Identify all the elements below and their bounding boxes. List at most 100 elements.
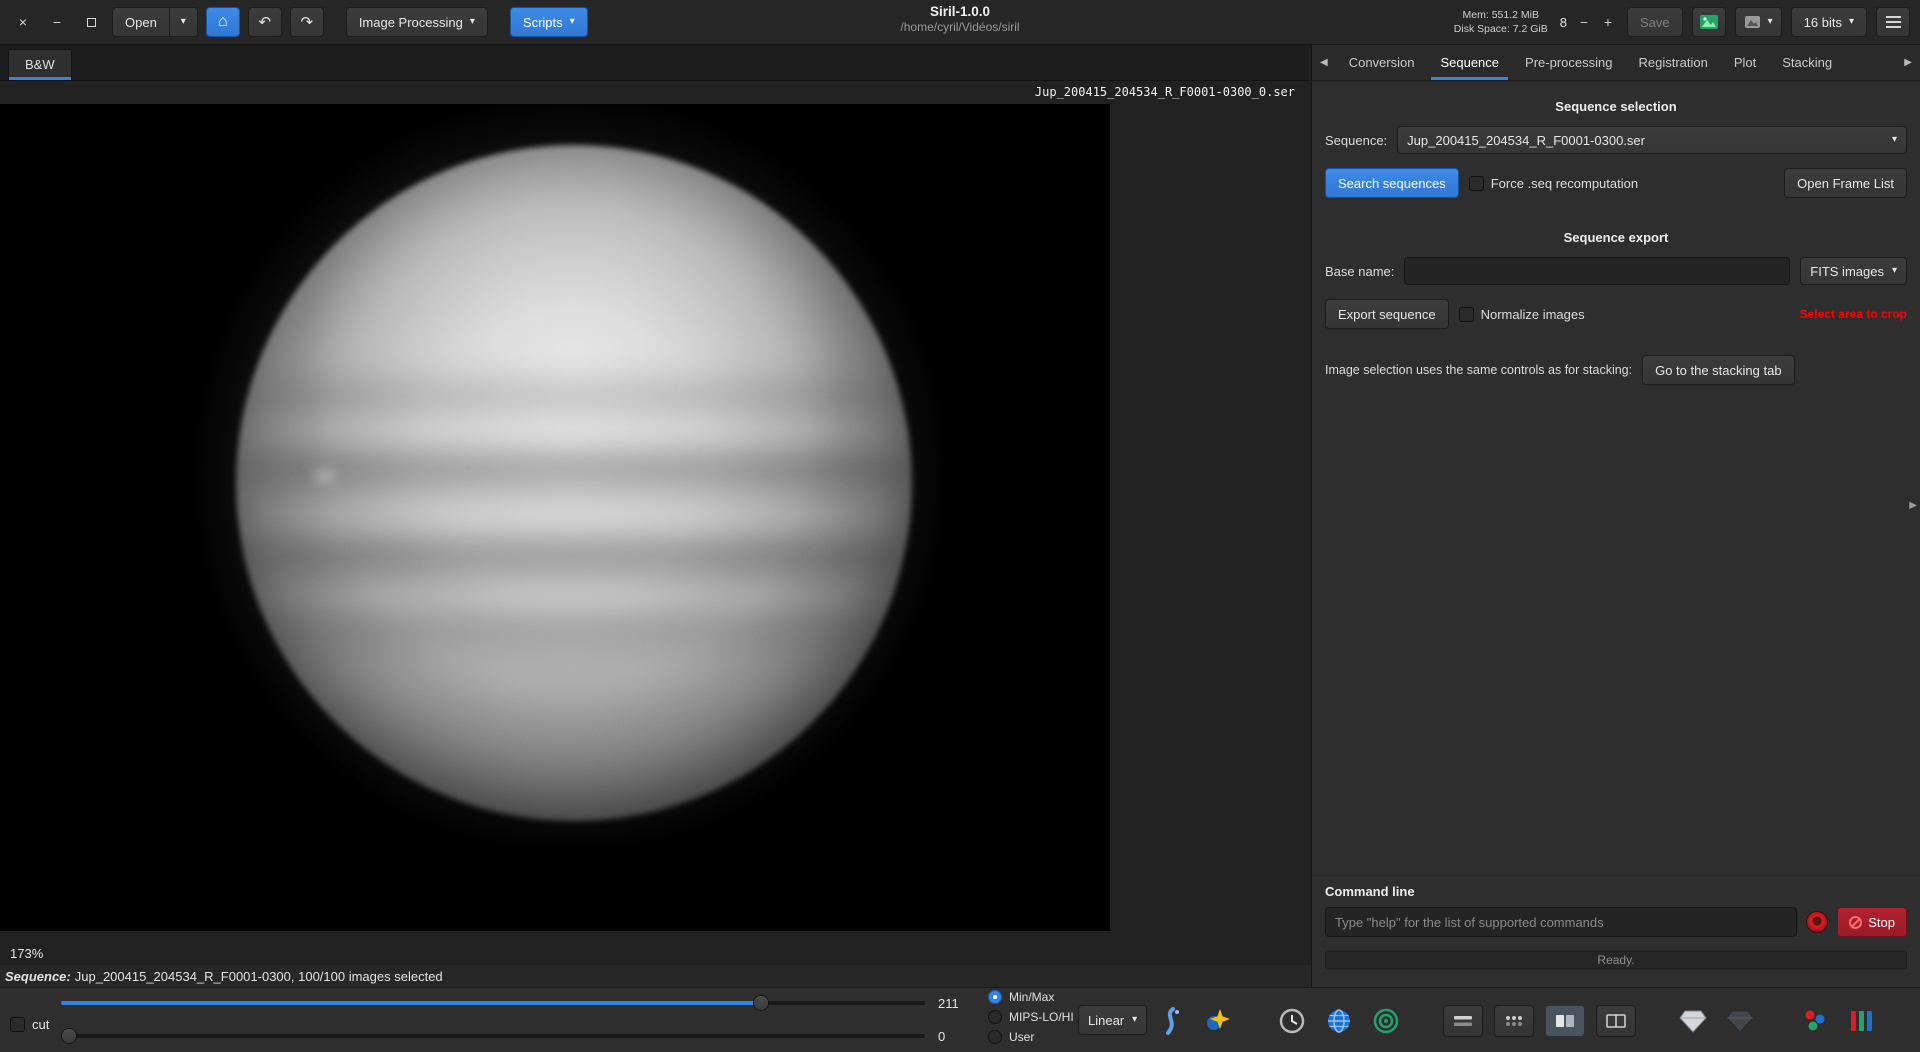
command-line-section: Command line Stop (1312, 875, 1920, 941)
image-display[interactable] (0, 104, 1110, 931)
view-toggle-3[interactable] (1545, 1005, 1585, 1037)
image-count-spin: 8 − + (1557, 12, 1618, 32)
cut-label: cut (32, 1017, 49, 1032)
redo-button[interactable]: ↷ (290, 7, 324, 37)
open-button[interactable]: Open (112, 7, 170, 37)
open-frame-list-button[interactable]: Open Frame List (1784, 168, 1907, 198)
tab-stacking[interactable]: Stacking (1769, 45, 1845, 80)
panel-tab-bar: ◀ Conversion Sequence Pre-processing Reg… (1312, 45, 1920, 81)
force-seq-recompute-label: Force .seq recomputation (1491, 176, 1638, 191)
command-input[interactable] (1325, 907, 1797, 937)
radio-minmax-control[interactable] (988, 990, 1002, 1004)
scripts-button[interactable]: Scripts ▾ (510, 7, 588, 37)
normalize-images-checkbox[interactable] (1459, 307, 1474, 322)
menu-button[interactable] (1876, 7, 1910, 37)
siril-window: × − Open ▾ ⌂ ↶ ↷ Image Processing ▾ Scri… (0, 0, 1920, 1052)
maximize-button[interactable] (78, 9, 104, 35)
tab-registration[interactable]: Registration (1625, 45, 1720, 80)
export-sequence-button[interactable]: Export sequence (1325, 299, 1449, 329)
stop-button[interactable]: Stop (1837, 907, 1907, 937)
photometry-star-icon[interactable] (1199, 1003, 1235, 1039)
close-button[interactable]: × (10, 9, 36, 35)
scale-mode-dropdown[interactable]: Linear ▾ (1078, 1005, 1147, 1035)
command-indicator-icon[interactable] (1806, 911, 1828, 933)
maximize-icon (87, 18, 96, 27)
stop-icon (1849, 916, 1862, 929)
green-image-icon (1699, 14, 1719, 30)
tab-sequence[interactable]: Sequence (1427, 45, 1512, 80)
high-threshold-slider[interactable] (61, 995, 925, 1011)
snapshot-button[interactable] (1692, 7, 1726, 37)
gem-light-icon[interactable] (1675, 1003, 1711, 1039)
tab-pre-processing[interactable]: Pre-processing (1512, 45, 1625, 80)
display-selector-button[interactable]: ▾ (1735, 7, 1782, 37)
image-processing-button[interactable]: Image Processing ▾ (346, 7, 488, 37)
normalize-images-label: Normalize images (1481, 307, 1585, 322)
display-controls-bar: cut 211 0 Min/Max MIPS-LO/HI User (0, 987, 1920, 1052)
minimize-button[interactable]: − (44, 9, 70, 35)
target-icon[interactable] (1368, 1003, 1404, 1039)
bit-depth-dropdown[interactable]: 16 bits ▾ (1791, 7, 1867, 37)
hamburger-icon (1886, 16, 1901, 28)
panel-collapse-handle[interactable]: ▶ (1909, 500, 1917, 511)
force-seq-recompute-checkbox[interactable] (1469, 176, 1484, 191)
cut-checkbox[interactable] (10, 1017, 25, 1032)
sequence-status-value: Jup_200415_204534_R_F0001-0300, 100/100 … (75, 969, 443, 984)
header-bar: × − Open ▾ ⌂ ↶ ↷ Image Processing ▾ Scri… (0, 0, 1920, 45)
increase-button[interactable]: + (1598, 12, 1618, 32)
export-format-value: FITS images (1810, 264, 1884, 279)
tabs-scroll-right-icon[interactable]: ▶ (1896, 45, 1920, 80)
radio-mips[interactable]: MIPS-LO/HI (988, 1010, 1074, 1024)
undo-button[interactable]: ↶ (248, 7, 282, 37)
low-threshold-slider[interactable] (61, 1028, 925, 1044)
open-recent-button[interactable]: ▾ (170, 7, 198, 37)
sequence-status-bar: Sequence: Jup_200415_204534_R_F0001-0300… (0, 965, 1311, 987)
tab-plot[interactable]: Plot (1721, 45, 1769, 80)
gem-dark-icon[interactable] (1722, 1003, 1758, 1039)
save-button[interactable]: Save (1627, 7, 1683, 37)
rgb-compose-icon[interactable] (1797, 1003, 1833, 1039)
radio-minmax[interactable]: Min/Max (988, 990, 1074, 1004)
radio-mips-control[interactable] (988, 1010, 1002, 1024)
stacking-note: Image selection uses the same controls a… (1325, 363, 1632, 377)
picture-icon (1744, 15, 1761, 29)
sequence-dropdown[interactable]: Jup_200415_204534_R_F0001-0300.ser ▾ (1397, 126, 1907, 154)
bottom-toolbar: A (1152, 988, 1920, 1052)
tab-conversion[interactable]: Conversion (1336, 45, 1428, 80)
decrease-button[interactable]: − (1574, 12, 1594, 32)
clock-icon[interactable] (1274, 1003, 1310, 1039)
home-button[interactable]: ⌂ (206, 7, 240, 37)
radio-user[interactable]: User (988, 1030, 1074, 1044)
low-slider-knob[interactable] (61, 1028, 77, 1044)
force-seq-recompute[interactable]: Force .seq recomputation (1469, 176, 1638, 191)
view-toggle-1[interactable] (1443, 1005, 1483, 1037)
tab-bw[interactable]: B&W (8, 49, 72, 80)
tabs-scroll-left-icon[interactable]: ◀ (1312, 45, 1336, 80)
view-toggle-2[interactable] (1494, 1005, 1534, 1037)
view-toggle-4[interactable] (1596, 1005, 1636, 1037)
radio-user-control[interactable] (988, 1030, 1002, 1044)
high-slider-knob[interactable] (753, 995, 769, 1011)
normalize-images[interactable]: Normalize images (1459, 307, 1585, 322)
rgb-align-icon[interactable] (1844, 1003, 1880, 1039)
chevron-down-icon: ▾ (1768, 17, 1773, 27)
chevron-down-icon: ▾ (570, 17, 575, 27)
wand-icon[interactable] (1152, 1003, 1188, 1039)
base-name-input[interactable] (1404, 257, 1790, 285)
cut-option[interactable]: cut (10, 1017, 49, 1032)
status-text: Ready. (1597, 953, 1634, 967)
disk-label: Disk Space: 7.2 GiB (1454, 22, 1548, 36)
sequence-selection-heading: Sequence selection (1325, 99, 1907, 114)
go-to-stacking-button[interactable]: Go to the stacking tab (1642, 355, 1794, 385)
undo-icon: ↶ (259, 13, 272, 31)
high-threshold-value: 211 (938, 996, 959, 1011)
image-canvas[interactable]: Jup_200415_204534_R_F0001-0300_0.ser (0, 81, 1311, 965)
sequence-export-heading: Sequence export (1325, 230, 1907, 245)
export-format-dropdown[interactable]: FITS images ▾ (1800, 257, 1907, 285)
command-line-heading: Command line (1325, 884, 1907, 899)
search-sequences-button[interactable]: Search sequences (1325, 168, 1459, 198)
globe-icon[interactable] (1321, 1003, 1357, 1039)
chevron-down-icon: ▾ (1132, 1015, 1137, 1025)
chevron-down-icon: ▾ (1892, 135, 1897, 145)
image-filename-label: Jup_200415_204534_R_F0001-0300_0.ser (1035, 85, 1295, 99)
